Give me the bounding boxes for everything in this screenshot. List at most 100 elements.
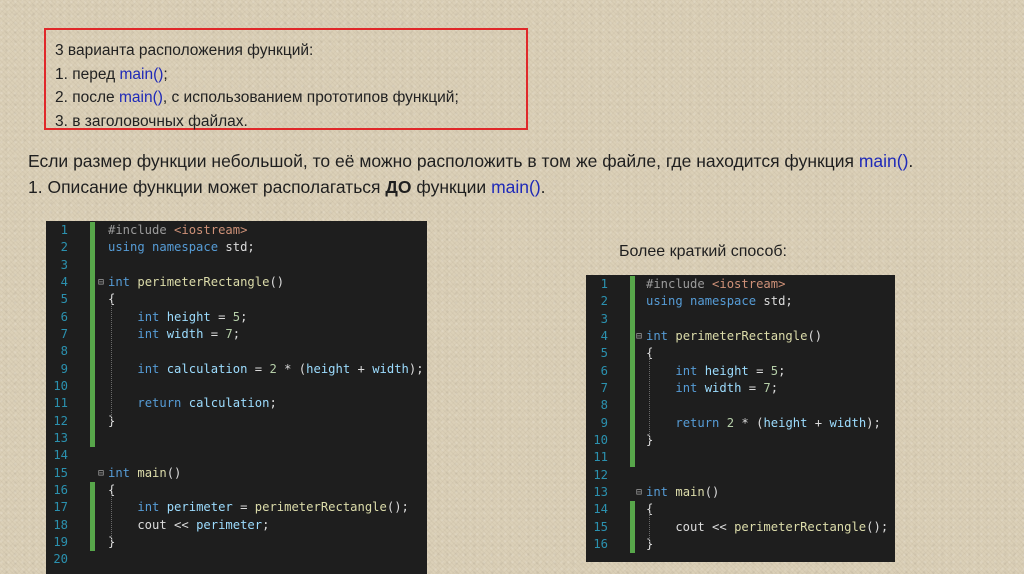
line-number: 15 [53, 465, 68, 480]
code-line: 20 [46, 551, 427, 568]
line-number: 10 [53, 378, 68, 393]
line-number: 6 [60, 309, 68, 324]
code-line: 2 using namespace std; [46, 239, 427, 257]
line-number: 7 [600, 380, 608, 395]
change-marker [90, 273, 95, 292]
line-number: 5 [600, 346, 608, 361]
fold-toggle-icon[interactable]: ⊟ [636, 484, 642, 501]
code-line: 5{ [46, 291, 427, 309]
code-text[interactable]: return 2 * (height + width); [646, 415, 881, 432]
line-number: 3 [60, 257, 68, 272]
variants-box: 3 варианта расположения функций: 1. пере… [44, 28, 528, 130]
code-text[interactable]: int width = 7; [646, 380, 778, 397]
code-line: 14{ [586, 501, 895, 519]
change-marker [90, 429, 95, 448]
code-line: 1 #include <iostream> [586, 276, 895, 294]
code-text[interactable]: int perimeterRectangle() [108, 274, 284, 291]
change-marker [630, 276, 635, 294]
line-number: 20 [53, 552, 68, 567]
code-text[interactable]: #include <iostream> [646, 276, 785, 293]
code-text[interactable]: cout << perimeterRectangle(); [646, 519, 888, 536]
variant-3: 3. в заголовочных файлах. [55, 112, 248, 130]
shorter-way-caption: Более краткий способ: [619, 243, 787, 260]
line-number: 11 [593, 450, 608, 465]
code-text[interactable]: int main() [646, 484, 719, 501]
change-marker [630, 327, 635, 346]
line-number: 13 [593, 484, 608, 499]
description-line-1: Если размер функции небольшой, то её мож… [28, 151, 914, 171]
line-number: 1 [60, 223, 68, 237]
indent-guide [111, 493, 112, 540]
code-line: 4 ⊟ int perimeterRectangle() [46, 273, 427, 292]
change-marker [630, 414, 635, 432]
code-line: 5{ [586, 345, 895, 363]
indent-guide [649, 513, 650, 542]
code-text[interactable]: using namespace std; [108, 239, 255, 256]
line-number: 6 [600, 363, 608, 378]
code-text[interactable]: int height = 5; [108, 309, 247, 326]
code-line: 15 ⊟ int main() [46, 465, 427, 482]
code-line: 6 int height = 5; [46, 308, 427, 326]
fold-toggle-icon[interactable]: ⊟ [636, 328, 642, 345]
line-number: 2 [60, 240, 68, 255]
code-line: 16} [586, 535, 895, 554]
code-line: 13 [46, 429, 427, 448]
line-number: 10 [593, 432, 608, 447]
line-number: 2 [600, 294, 608, 309]
change-marker [630, 345, 635, 363]
code-line: 12 [586, 467, 895, 484]
code-line: 6 int height = 5; [586, 362, 895, 380]
variant-2: 2. после main(), с использованием протот… [55, 89, 459, 106]
code-line: 1 #include <iostream> [46, 222, 427, 240]
code-text[interactable]: return calculation; [108, 395, 276, 412]
code-text[interactable]: int height = 5; [646, 363, 785, 380]
fold-toggle-icon[interactable]: ⊟ [98, 274, 104, 291]
line-number: 4 [600, 328, 608, 343]
change-marker [630, 501, 635, 519]
variants-title: 3 варианта расположения функций: [55, 42, 314, 59]
change-marker [90, 481, 95, 500]
code-line: 14 [46, 447, 427, 464]
code-line: 3 [586, 310, 895, 328]
change-marker [630, 362, 635, 380]
code-line: 2 using namespace std; [586, 293, 895, 311]
code-text[interactable]: cout << perimeter; [108, 517, 269, 534]
code-line: 10 [46, 377, 427, 396]
change-marker [630, 310, 635, 328]
change-marker [630, 535, 635, 554]
code-text[interactable]: int perimeterRectangle() [646, 328, 822, 345]
fold-toggle-icon[interactable]: ⊟ [98, 465, 104, 482]
code-line: 7 int width = 7; [586, 379, 895, 398]
change-marker [90, 291, 95, 309]
line-number: 19 [53, 534, 68, 549]
change-marker [90, 239, 95, 257]
code-line: 13 ⊟ int main() [586, 484, 895, 501]
code-line: 19} [46, 533, 427, 552]
change-marker [90, 395, 95, 413]
code-text[interactable]: int width = 7; [108, 326, 240, 343]
change-marker [630, 293, 635, 311]
change-marker [630, 431, 635, 450]
code-line: 8 [46, 343, 427, 361]
change-marker [90, 343, 95, 361]
line-number: 12 [53, 413, 68, 428]
code-text[interactable]: int perimeter = perimeterRectangle(); [108, 499, 409, 516]
code-line: 15 cout << perimeterRectangle(); [586, 518, 895, 536]
change-marker [90, 222, 95, 240]
line-number: 18 [53, 517, 68, 532]
code-line: 17 int perimeter = perimeterRectangle(); [46, 499, 427, 517]
change-marker [90, 412, 95, 430]
code-line: 8 [586, 397, 895, 415]
code-text[interactable]: int calculation = 2 * (height + width); [108, 361, 423, 378]
code-text[interactable]: #include <iostream> [108, 222, 247, 239]
indent-guide [649, 357, 650, 438]
variant-1: 1. перед main(); [55, 65, 168, 83]
line-number: 15 [593, 519, 608, 534]
code-line: 3 [46, 256, 427, 274]
line-number: 13 [53, 430, 68, 445]
code-text[interactable]: int main() [108, 465, 181, 482]
line-number: 17 [53, 500, 68, 515]
code-text[interactable]: using namespace std; [646, 293, 793, 310]
line-number: 14 [593, 502, 608, 517]
line-number: 11 [53, 396, 68, 411]
